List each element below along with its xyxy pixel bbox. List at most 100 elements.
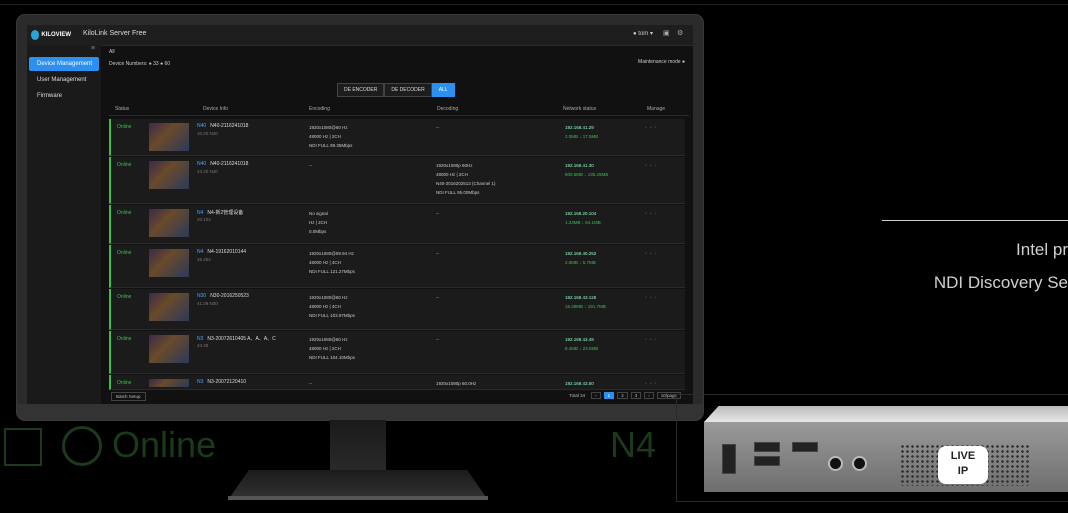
sidebar: ≡ Device Management User Management Firm… <box>27 45 101 405</box>
monitor-neck <box>330 420 386 472</box>
app-title: KiloLink Server Free <box>83 30 147 37</box>
decoding-info: -- <box>436 335 439 344</box>
encoding-line: 48000 Hz | 4CH <box>309 304 341 309</box>
network-line: 192.168.40.252 <box>565 251 597 256</box>
prev-page-button[interactable]: ‹ <box>591 392 601 399</box>
decoding-info: 1920x1080p 60Hz 48000 Hz | 2CH N40-2016202… <box>436 161 496 197</box>
menu-toggle-icon[interactable]: ≡ <box>27 45 101 55</box>
manage-actions: ▫▫▫ <box>645 211 659 217</box>
device-name[interactable]: N4 N4-19162010144 <box>197 249 246 255</box>
table-row[interactable]: Online N30 N30-2016250523 41.28 N30 1920x108… <box>109 289 685 330</box>
next-page-button[interactable]: › <box>644 392 654 399</box>
sidebar-item-device-management[interactable]: Device Management <box>29 57 99 71</box>
col-decoding: Decoding <box>437 106 459 112</box>
encoding-line: -- <box>309 381 312 386</box>
delete-icon[interactable]: ▫ <box>655 251 660 257</box>
device-ip: 41.28 N30 <box>197 301 218 306</box>
top-divider <box>0 4 1068 5</box>
decoding-line: -- <box>436 295 439 300</box>
encoding-line: 1920x1080@60 Hz <box>309 295 348 300</box>
row-status: Online <box>117 124 132 130</box>
device-id: N4-新2管理设备 <box>207 210 244 216</box>
network-info: 192.168.43.126 16.29MB ↓ 191.7MB <box>565 293 606 311</box>
delete-icon[interactable]: ▫ <box>655 337 660 343</box>
encoding-line: NDI FULL 121.27Mbps <box>309 269 355 274</box>
network-line: 1.23MB ↓ 64.1MB <box>565 220 601 225</box>
table-row[interactable]: Online N3 N3-20072610405 A、A、A、C 43.49 1920x… <box>109 331 685 374</box>
device-model: N3 <box>197 336 204 342</box>
network-line: 600.6MB ↓ 135.25MB <box>565 172 609 177</box>
decoding-line: -- <box>436 251 439 256</box>
encoding-info: No signal Hz | 2CH 0.0Mbps <box>309 209 328 236</box>
device-model: N40 <box>197 161 207 167</box>
device-model: N4 <box>197 249 204 255</box>
manage-actions: ▫▫▫ <box>645 163 659 169</box>
decoding-line: -- <box>436 211 439 216</box>
manage-actions: ▫▫▫ <box>645 381 659 387</box>
network-line: 192.168.43.126 <box>565 295 597 300</box>
device-name[interactable]: N3 N3-20072610405 A、A、A、C <box>197 335 276 342</box>
decoding-info: -- <box>436 293 439 302</box>
delete-icon[interactable]: ▫ <box>655 211 660 217</box>
brand-logo: KILOVIEW <box>31 29 71 41</box>
encoding-info: 1920x1080@60 Hz 48000 Hz | 4CH NDI FULL 10… <box>309 293 355 320</box>
col-manage: Manage <box>647 106 666 112</box>
delete-icon[interactable]: ▫ <box>655 381 660 387</box>
maintenance-label: Maintenance mode <box>638 59 681 65</box>
decoding-line: N40-2016202513 (Channel 1) <box>436 181 496 186</box>
table-row[interactable]: Online N40 N40-2116241018 43.20 N40 -- 1920x1… <box>109 157 685 204</box>
encoding-line: 1920x1080@60 Hz <box>309 125 348 130</box>
device-name[interactable]: N40 N40-2116241018 <box>197 123 248 129</box>
table-row[interactable]: Online N4 N4-新2管理设备 20.104 No signal Hz | 2CH… <box>109 205 685 244</box>
device-id: N4-19162010144 <box>207 249 247 255</box>
encoding-line: Hz | 2CH <box>309 220 328 225</box>
row-status: Online <box>117 380 132 386</box>
delete-icon[interactable]: ▫ <box>655 295 660 301</box>
delete-icon[interactable]: ▫ <box>655 163 660 169</box>
batch-setup-button[interactable]: Batch Setup <box>111 392 146 401</box>
table-row[interactable]: Online N3 N3-20072120410 -- 1920x1080p 60.0H… <box>109 375 685 390</box>
device-name[interactable]: N30 N30-2016250523 <box>197 293 249 299</box>
delete-icon[interactable]: ▫ <box>655 125 660 131</box>
decoding-info: -- <box>436 209 439 218</box>
bg-online-icon <box>62 426 102 466</box>
device-id: N40-2116241018 <box>210 161 249 167</box>
device-id: N3-20072610405 A、A、A、C <box>207 336 276 342</box>
device-name[interactable]: N3 N3-20072120410 <box>197 379 246 385</box>
manage-actions: ▫▫▫ <box>645 337 659 343</box>
gear-icon[interactable]: ⚙ <box>677 30 685 38</box>
table-row[interactable]: Online N40 N40-2116241018 10.20.N40 1920x108… <box>109 119 685 156</box>
device-model: N40 <box>197 123 207 129</box>
row-status: Online <box>117 250 132 256</box>
device-name[interactable]: N4 N4-新2管理设备 <box>197 209 243 216</box>
badge-line-1: LIVE <box>950 450 976 462</box>
network-line: 192.168.20.104 <box>565 211 597 216</box>
user-menu[interactable]: ● tom ▾ <box>633 30 653 37</box>
tab-decoder[interactable]: DE DECODER <box>384 83 432 97</box>
page-3[interactable]: 3 <box>630 392 642 399</box>
maintenance-toggle[interactable]: Maintenance mode ● <box>638 59 685 65</box>
monitor-icon[interactable]: ▣ <box>663 30 671 38</box>
badge-line-2: IP <box>957 465 969 477</box>
row-status: Online <box>117 294 132 300</box>
sidebar-item-firmware[interactable]: Firmware <box>29 89 99 103</box>
col-status[interactable]: Status <box>115 106 129 112</box>
device-model: N30 <box>197 293 207 299</box>
encoding-info: -- <box>309 379 312 388</box>
tab-all[interactable]: ALL <box>431 83 455 97</box>
device-name[interactable]: N40 N40-2116241018 <box>197 161 248 167</box>
tab-encoder[interactable]: DE ENCODER <box>337 83 385 97</box>
main-content: All Device Numbers: ● 33 ● 60 Maintenanc… <box>105 45 693 405</box>
monitor-base-edge <box>228 496 488 500</box>
page-1[interactable]: 1 <box>603 392 615 399</box>
device-thumbnail <box>149 249 189 277</box>
network-info: 192.168.41.30 600.6MB ↓ 135.25MB <box>565 161 608 179</box>
sidebar-item-user-management[interactable]: User Management <box>29 73 99 87</box>
device-model: N3 <box>197 379 204 385</box>
table-row[interactable]: Online N4 N4-19162010144 46.252 1920x1080@59… <box>109 245 685 288</box>
network-line: 8.4MB ↓ 23.5MB <box>565 346 599 351</box>
power-switch <box>722 444 736 474</box>
total-count: Total 34 <box>569 393 586 398</box>
row-status: Online <box>117 210 132 216</box>
page-2[interactable]: 2 <box>617 392 628 399</box>
